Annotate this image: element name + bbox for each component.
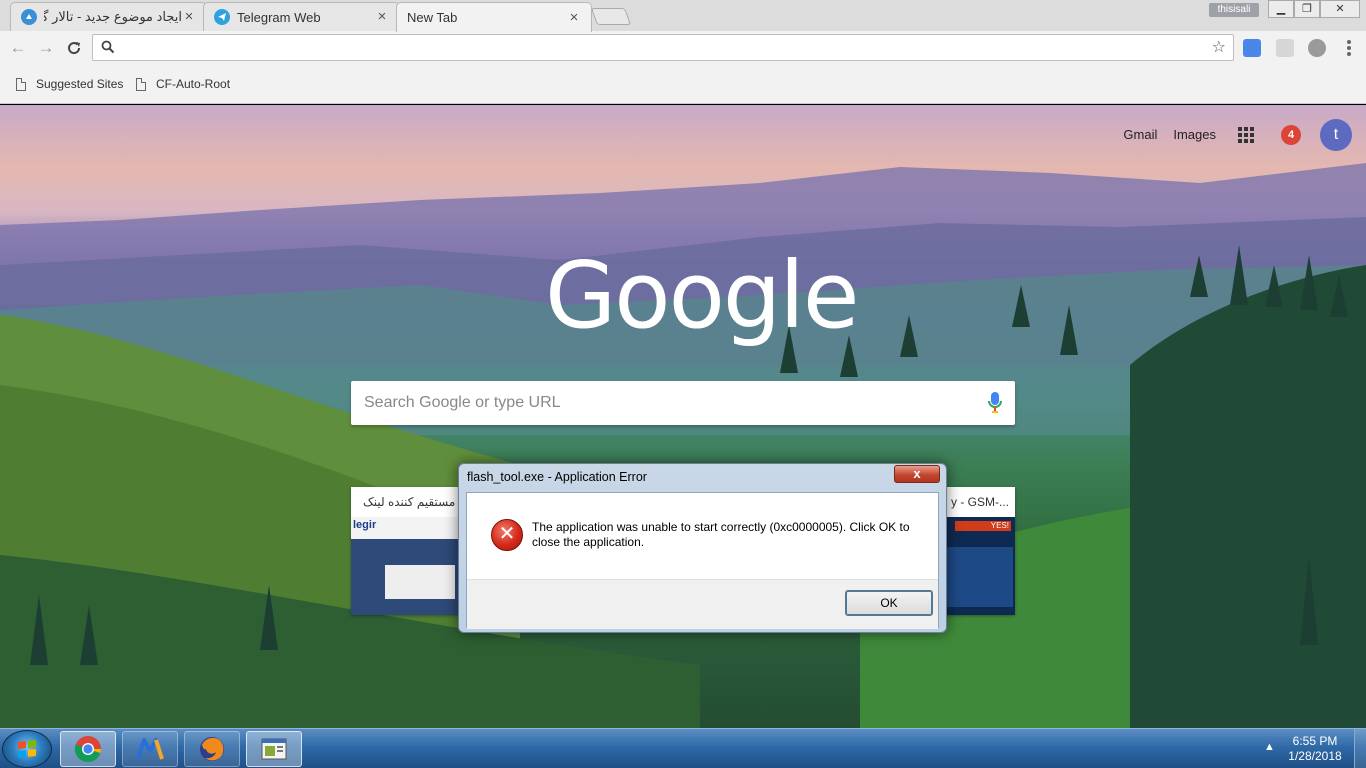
bookmarks-bar: Suggested Sites CF-Auto-Root <box>0 65 1366 104</box>
browser-toolbar: ← → ☆ <box>0 31 1366 65</box>
reload-icon[interactable] <box>63 37 85 59</box>
dialog-message: The application was unable to start corr… <box>532 520 910 549</box>
taskbar-chrome[interactable] <box>60 731 116 767</box>
tile-thumb-label: YES! <box>955 521 1011 531</box>
site-icon <box>352 497 362 507</box>
menu-icon[interactable] <box>1341 39 1357 57</box>
system-clock[interactable]: 6:55 PM 1/28/2018 <box>1282 734 1348 764</box>
tab-label: Telegram Web <box>237 9 321 25</box>
microphone-icon[interactable] <box>987 391 1003 415</box>
translate-icon[interactable] <box>1243 39 1261 57</box>
search-icon <box>101 40 115 57</box>
tile-title: مستقیم کننده لینک <box>351 487 459 517</box>
back-icon[interactable]: ← <box>7 37 29 59</box>
tab-telegram[interactable]: Telegram Web × <box>203 2 400 31</box>
tray-expand-icon[interactable]: ▲ <box>1264 741 1275 753</box>
apps-grid-icon[interactable] <box>1238 127 1254 143</box>
taskbar-firefox[interactable] <box>184 731 240 767</box>
ntp-top-links: Gmail Images <box>1123 127 1216 142</box>
extension-icon[interactable] <box>1276 39 1294 57</box>
most-visited-tile[interactable]: مستقیم کننده لینک legir <box>351 487 459 615</box>
error-icon: ✕ <box>491 519 523 551</box>
close-icon[interactable]: × <box>375 9 389 24</box>
bookmark-label: Suggested Sites <box>36 77 124 91</box>
minimize-icon[interactable]: ▁ <box>1268 0 1294 18</box>
windows-icon <box>18 740 36 758</box>
close-icon[interactable]: × <box>182 9 196 24</box>
tab-label: ایجاد موضوع جدید - تالار گفتمان <box>44 9 182 24</box>
clock-time: 6:55 PM <box>1292 734 1338 748</box>
tab-new-tab[interactable]: New Tab × <box>396 2 592 32</box>
google-logo: Google <box>545 242 859 349</box>
telegram-icon <box>214 9 230 25</box>
page-icon <box>16 77 26 91</box>
page-icon <box>136 77 146 91</box>
notification-badge[interactable]: 4 <box>1281 125 1301 145</box>
error-dialog: flash_tool.exe - Application Error x ✕ T… <box>458 463 947 633</box>
search-input[interactable] <box>364 392 964 414</box>
new-tab-button[interactable] <box>590 8 632 25</box>
tile-thumbnail: legir <box>351 517 459 615</box>
window-close-icon[interactable]: ✕ <box>1320 0 1360 18</box>
images-link[interactable]: Images <box>1173 127 1216 142</box>
forward-icon[interactable]: → <box>35 37 57 59</box>
taskbar-mediatek[interactable] <box>122 731 178 767</box>
address-bar[interactable]: ☆ <box>92 34 1234 61</box>
tile-thumb-label: legir <box>353 519 377 531</box>
ok-button[interactable]: OK <box>845 590 933 616</box>
avatar[interactable]: t <box>1320 119 1352 151</box>
new-tab-page: Gmail Images 4 t Google مستقیم کننده لین… <box>0 105 1366 728</box>
dialog-message-area: ✕ The application was unable to start co… <box>467 493 938 579</box>
tab-forum[interactable]: ایجاد موضوع جدید - تالار گفتمان × <box>10 2 207 31</box>
close-icon[interactable]: × <box>567 10 581 25</box>
forum-icon <box>21 9 37 25</box>
show-desktop-button[interactable] <box>1354 729 1366 768</box>
bookmark-star-icon[interactable]: ☆ <box>1212 37 1226 57</box>
taskbar-flash-tool[interactable] <box>246 731 302 767</box>
bookmark-suggested-sites[interactable]: Suggested Sites <box>16 77 123 91</box>
maximize-icon[interactable]: ❐ <box>1294 0 1320 18</box>
flash-tool-icon <box>261 738 287 760</box>
dialog-close-button[interactable]: x <box>894 465 940 483</box>
start-button[interactable] <box>2 730 52 768</box>
chrome-icon <box>74 736 101 763</box>
bookmark-cf-auto-root[interactable]: CF-Auto-Root <box>136 77 230 91</box>
mediatek-icon <box>136 738 164 760</box>
profile-chip[interactable]: thisisali <box>1209 3 1259 17</box>
dialog-title: flash_tool.exe - Application Error <box>467 470 647 484</box>
address-input[interactable] <box>121 38 1201 57</box>
clock-date: 1/28/2018 <box>1288 749 1342 763</box>
extension-icon[interactable] <box>1308 39 1326 57</box>
dialog-button-area: OK <box>467 579 938 629</box>
taskbar: ▲ 6:55 PM 1/28/2018 <box>0 728 1366 768</box>
search-box[interactable] <box>351 381 1015 425</box>
firefox-icon <box>200 737 224 761</box>
gmail-link[interactable]: Gmail <box>1123 127 1157 142</box>
tab-label: New Tab <box>407 10 458 25</box>
dialog-client: ✕ The application was unable to start co… <box>466 492 939 629</box>
bookmark-label: CF-Auto-Root <box>156 77 231 91</box>
tab-strip: ایجاد موضوع جدید - تالار گفتمان × Telegr… <box>0 0 1366 32</box>
